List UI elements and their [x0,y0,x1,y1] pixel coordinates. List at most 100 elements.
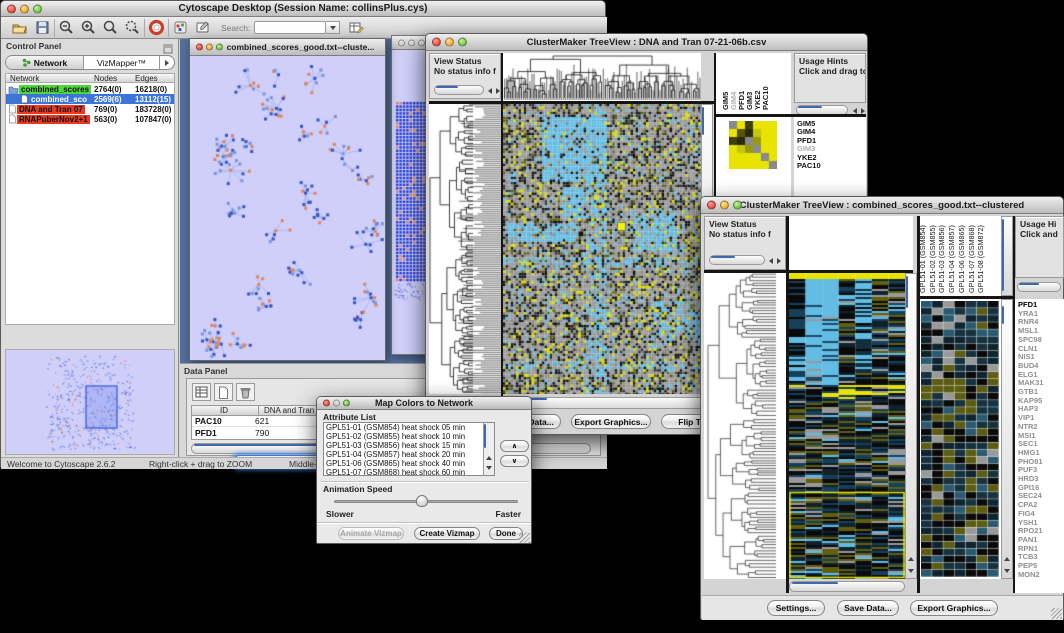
attribute-browser-icon[interactable] [348,19,365,36]
resize-grip[interactable] [1051,608,1062,619]
create-vizmap-button[interactable]: Create Vizmap [414,527,480,540]
tab-vizmapper[interactable]: VizMapper™ [84,56,160,69]
tab-overflow-button[interactable] [160,56,174,69]
minimize-icon[interactable] [206,44,213,51]
tv1-status-scrollbar[interactable] [434,85,484,95]
tv2-heatmap-vscrollbar[interactable] [905,273,917,579]
tv2-hints-scrollbar[interactable] [1017,282,1061,292]
zoom-window-icon[interactable] [33,4,42,13]
network-window-1-titlebar[interactable]: combined_scores_good.txt--cluste... [190,39,385,56]
minimize-icon[interactable] [20,4,29,13]
network-canvas[interactable] [190,56,385,360]
birdseye-canvas[interactable] [6,350,174,454]
close-icon[interactable] [707,201,716,210]
zoom-fit-icon[interactable] [102,19,119,36]
delete-attribute-icon[interactable] [236,383,255,401]
scrollbar-thumb[interactable] [798,106,822,108]
scroll-down-button[interactable] [484,463,493,472]
scroll-right-button[interactable] [774,256,783,265]
help-lifesaver-icon[interactable] [148,19,165,36]
tv2-zoom-heatmap-canvas[interactable] [921,301,999,577]
scroll-up-button[interactable] [484,453,493,462]
network-row[interactable]: combined_scores 2764(0) 16218(0) [6,84,166,94]
scrollbar-thumb[interactable] [906,276,908,308]
tv2-status-scrollbar[interactable] [709,255,765,265]
network-row[interactable]: DNA and Tran 07 769(0) 183728(0) [6,104,166,114]
move-down-button[interactable]: ∨ [500,455,529,467]
close-icon[interactable] [398,39,405,46]
col-header-id[interactable]: ID [220,406,228,415]
zoom-in-icon[interactable] [80,19,97,36]
tv1-heatmap-canvas[interactable] [503,104,701,394]
move-up-button[interactable]: ∧ [500,440,529,452]
tv2-col-dendrogram-panel[interactable] [789,216,913,270]
scroll-down-button[interactable] [906,566,915,575]
zoom-window-icon[interactable] [343,400,350,407]
col-header-nodes[interactable]: Nodes [94,74,117,83]
scrollbar-thumb[interactable] [711,256,735,258]
col-header-network[interactable]: Network [6,74,39,83]
scroll-down-button[interactable] [1002,566,1011,575]
tv1-mini-matrix-canvas[interactable] [729,121,777,169]
attribute-list-scrollbar[interactable] [483,423,494,475]
minimize-icon[interactable] [408,39,415,46]
treeview1-titlebar[interactable]: ClusterMaker TreeView : DNA and Tran 07-… [426,34,867,51]
attribute-item[interactable]: GPL51-07 (GSM868) heat shock 60 min [324,469,494,476]
scrollbar-thumb[interactable] [1019,283,1039,285]
minimize-icon[interactable] [445,38,454,47]
tv2-row-dendrogram-canvas[interactable] [706,273,779,579]
tv2-heatmap-canvas[interactable] [789,273,905,579]
speed-slider-thumb[interactable] [416,495,428,507]
export-graphics-button[interactable]: Export Graphics... [910,600,998,616]
export-graphics-button[interactable]: Export Graphics... [571,414,651,429]
minimize-icon[interactable] [720,201,729,210]
close-icon[interactable] [323,400,330,407]
scrollbar-thumb[interactable] [436,86,458,88]
new-attribute-icon[interactable] [214,383,233,401]
tv2-heatmap-hscrollbar[interactable] [789,581,905,592]
annotation-icon[interactable] [194,19,211,36]
col-header-edges[interactable]: Edges [135,74,158,83]
dialog-titlebar[interactable]: Map Colors to Network [317,397,531,410]
zoom-region-icon[interactable] [124,19,141,36]
zoom-out-icon[interactable] [58,19,75,36]
scrollbar-thumb[interactable] [1002,306,1004,324]
zoom-window-icon[interactable] [733,201,742,210]
scrollbar-thumb[interactable] [792,582,838,584]
open-session-icon[interactable] [11,19,28,36]
tv2-zoom-vscrollbar[interactable] [1001,299,1013,579]
save-session-icon[interactable] [34,19,51,36]
close-icon[interactable] [196,44,203,51]
tv1-heatmap-hscrollbar[interactable] [503,397,713,409]
scrollbar-thumb[interactable] [484,424,486,448]
vizmapper-icon[interactable] [172,19,189,36]
table-mode-icon[interactable] [192,383,211,401]
close-icon[interactable] [432,38,441,47]
network-row-selected[interactable]: combined_sco 2569(6) 13112(15) [6,94,174,104]
tab-network[interactable]: Network [6,56,84,69]
search-dropdown-button[interactable] [326,21,340,34]
tv2-labels-vscrollbar[interactable] [1001,216,1013,296]
settings-button[interactable]: Settings... [767,600,825,616]
save-data-button[interactable]: Save Data... [837,600,899,616]
scrollbar-thumb[interactable] [1002,219,1004,291]
zoom-window-icon[interactable] [418,39,425,46]
minimize-icon[interactable] [333,400,340,407]
network-row[interactable]: RNAPuberNov2+1 563(0) 107847(0) [6,114,166,124]
main-titlebar[interactable]: Cytoscape Desktop (Session Name: collins… [1,1,605,17]
tv1-col-dendrogram-canvas[interactable] [503,54,701,100]
scroll-up-button[interactable] [906,554,915,563]
resize-grip[interactable] [519,532,530,543]
network-window-1[interactable]: combined_scores_good.txt--cluste... [189,38,386,361]
attribute-list[interactable]: GPL51-01 (GSM854) heat shock 05 minGPL51… [323,422,495,476]
treeview2-titlebar[interactable]: ClusterMaker TreeView : combined_scores_… [701,197,1063,214]
zoom-window-icon[interactable] [216,44,223,51]
scroll-up-button[interactable] [1002,554,1011,563]
close-icon[interactable] [7,4,16,13]
animate-vizmap-button[interactable]: Animate Vizmap [338,527,404,540]
search-input[interactable] [254,21,326,34]
tv1-row-dendrogram-canvas[interactable] [429,104,501,394]
done-button[interactable]: Done [489,527,523,540]
scrollbar-thumb[interactable] [702,107,704,135]
zoom-window-icon[interactable] [458,38,467,47]
